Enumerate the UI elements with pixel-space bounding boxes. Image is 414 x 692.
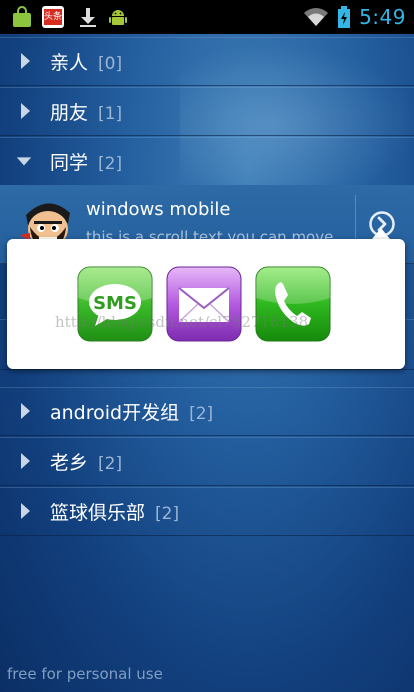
group-row-android-dev[interactable]: android开发组 [2]	[0, 387, 414, 436]
contact-name: windows mobile	[86, 199, 231, 220]
group-name: 老乡	[50, 451, 89, 474]
group-count: [2]	[189, 403, 214, 424]
watermark-text: http://blog.csdn.net/cl782716138	[55, 313, 309, 331]
status-time: 5:49	[359, 5, 406, 29]
caret-right-icon	[21, 453, 30, 469]
popup-pointer	[372, 228, 390, 239]
footer-text: free for personal use	[7, 665, 163, 683]
news-app-icon: 头条	[42, 6, 64, 28]
group-count: [2]	[155, 503, 180, 524]
group-row-hometown[interactable]: 老乡 [2]	[0, 437, 414, 486]
group-name: 亲人	[50, 51, 89, 74]
caret-right-icon	[21, 53, 30, 69]
news-app-label: 头条	[44, 9, 62, 25]
group-row-basketball-club[interactable]: 篮球俱乐部 [2]	[0, 487, 414, 536]
group-count: [0]	[98, 53, 123, 74]
battery-charging-icon	[338, 6, 351, 28]
group-row-friends[interactable]: 朋友 [1]	[0, 87, 414, 136]
caret-down-icon	[16, 157, 32, 166]
group-count: [2]	[98, 453, 123, 474]
group-name: 朋友	[50, 101, 89, 124]
shopping-bag-icon	[13, 6, 31, 27]
group-row-family[interactable]: 亲人 [0]	[0, 37, 414, 86]
caret-right-icon	[21, 503, 30, 519]
caret-right-icon	[21, 403, 30, 419]
group-row-classmates[interactable]: 同学 [2]	[0, 137, 414, 186]
group-name: 同学	[50, 151, 89, 174]
status-bar: 头条 5:49	[0, 0, 414, 34]
download-icon	[80, 8, 96, 27]
android-icon	[109, 10, 127, 25]
sms-label: SMS	[93, 293, 137, 314]
group-name: 篮球俱乐部	[50, 501, 146, 524]
wifi-icon	[304, 8, 329, 26]
group-count: [2]	[98, 153, 123, 174]
group-name: android开发组	[50, 401, 180, 424]
caret-right-icon	[21, 103, 30, 119]
group-count: [1]	[98, 103, 123, 124]
quick-action-popup: SMS http://blog.csdn.net/cl782716138	[7, 239, 405, 369]
